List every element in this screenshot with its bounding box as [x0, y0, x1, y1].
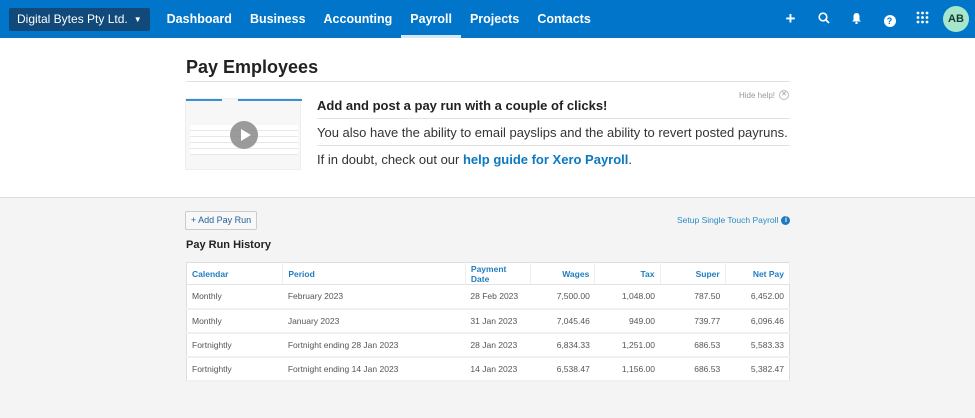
table-cell: 7,045.46 — [530, 308, 595, 334]
column-header[interactable]: Wages — [530, 262, 596, 285]
table-cell: January 2023 — [282, 308, 466, 334]
nav-accounting[interactable]: Accounting — [315, 0, 402, 38]
table-cell: 1,048.00 — [594, 284, 661, 310]
table-cell: Fortnightly — [186, 332, 283, 358]
table-cell: 1,156.00 — [594, 356, 661, 382]
pay-run-table: Calendar Period Payment Date Wages Tax Super N… — [186, 262, 791, 382]
column-header[interactable]: Period — [282, 262, 466, 285]
table-cell: Fortnight ending 14 Jan 2023 — [282, 356, 466, 382]
table-cell: 739.77 — [660, 308, 726, 334]
column-header[interactable]: Payment Date — [465, 262, 532, 285]
video-thumbnail[interactable] — [185, 98, 302, 170]
table-cell: Monthly — [186, 284, 283, 310]
help-guide-link[interactable]: help guide for Xero Payroll — [463, 152, 628, 167]
nav-contacts[interactable]: Contacts — [528, 0, 599, 38]
org-name: Digital Bytes Pty Ltd. — [17, 12, 128, 26]
table-cell: 5,382.47 — [725, 356, 790, 382]
column-header[interactable]: Super — [660, 262, 726, 285]
hide-help-button[interactable]: Hide help! ✕ — [739, 90, 790, 100]
apps-grid-icon[interactable] — [906, 11, 939, 27]
column-header[interactable]: Tax — [594, 262, 661, 285]
table-cell: Fortnightly — [186, 356, 283, 382]
column-header[interactable]: Calendar — [186, 262, 284, 285]
table-cell: 6,452.00 — [725, 284, 790, 310]
table-cell: 6,538.47 — [530, 356, 595, 382]
info-icon: i — [781, 215, 791, 225]
help-panel: Pay Employees Hide help! ✕ Add and post a… — [0, 38, 975, 198]
table-cell: 7,500.00 — [530, 284, 595, 310]
close-icon[interactable]: ✕ — [779, 90, 790, 100]
table-cell: Monthly — [186, 308, 283, 334]
search-icon[interactable] — [807, 11, 840, 27]
table-cell: 686.53 — [660, 356, 726, 382]
table-cell: 787.50 — [660, 284, 726, 310]
add-pay-run-button[interactable]: + Add Pay Run — [185, 211, 257, 230]
nav-business[interactable]: Business — [241, 0, 315, 38]
help-heading: Add and post a pay run with a couple of … — [317, 98, 608, 113]
column-header[interactable]: Net Pay — [725, 262, 791, 285]
table-cell: Fortnight ending 28 Jan 2023 — [282, 332, 466, 358]
table-cell: 1,251.00 — [594, 332, 661, 358]
help-text: You also have the ability to email paysl… — [317, 125, 788, 140]
section-title: Pay Run History — [186, 239, 271, 251]
hide-help-label: Hide help! — [739, 90, 776, 100]
table-row[interactable]: Fortnightly Fortnight ending 28 Jan 2023 2… — [186, 332, 790, 358]
table-cell: 31 Jan 2023 — [465, 308, 531, 334]
table-row[interactable]: Fortnightly Fortnight ending 14 Jan 2023 1… — [186, 356, 790, 382]
top-nav: Digital Bytes Pty Ltd. ▼ Dashboard Busine… — [0, 0, 975, 38]
nav-dashboard[interactable]: Dashboard — [158, 0, 241, 38]
table-cell: 686.53 — [660, 332, 726, 358]
table-cell: 28 Feb 2023 — [465, 284, 531, 310]
table-row[interactable]: Monthly January 2023 31 Jan 2023 7,045.46 94… — [186, 308, 790, 334]
table-cell: 14 Jan 2023 — [465, 356, 531, 382]
help-icon[interactable]: ? — [873, 11, 906, 27]
page-title: Pay Employees — [186, 57, 319, 77]
plus-icon[interactable]: + — [774, 9, 807, 29]
caret-down-icon: ▼ — [133, 14, 142, 24]
org-switcher[interactable]: Digital Bytes Pty Ltd. ▼ — [9, 7, 150, 31]
table-cell: 5,583.33 — [725, 332, 790, 358]
divider — [186, 81, 790, 82]
setup-stp-link[interactable]: Setup Single Touch Payroll i — [677, 215, 791, 225]
table-row[interactable]: Monthly February 2023 28 Feb 2023 7,500.00 1… — [186, 284, 790, 310]
avatar[interactable]: AB — [943, 6, 969, 32]
help-guide-text: If in doubt, check out our help guide fo… — [317, 152, 633, 167]
table-cell: 6,834.33 — [530, 332, 595, 358]
nav-projects[interactable]: Projects — [461, 0, 528, 38]
table-cell: 6,096.46 — [725, 308, 790, 334]
bell-icon[interactable] — [840, 11, 873, 27]
nav-payroll[interactable]: Payroll — [401, 0, 461, 38]
play-icon[interactable] — [230, 121, 258, 149]
table-cell: 949.00 — [594, 308, 661, 334]
table-cell: 28 Jan 2023 — [465, 332, 531, 358]
table-cell: February 2023 — [282, 284, 466, 310]
